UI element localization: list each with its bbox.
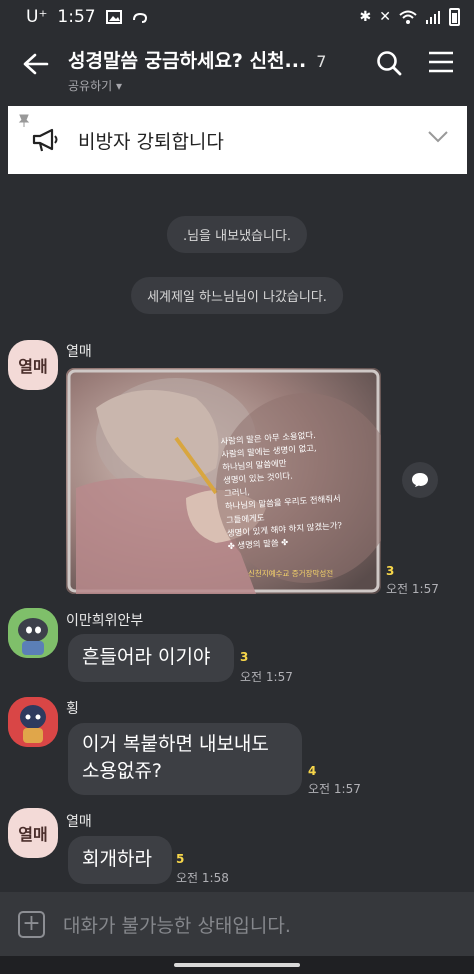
notice-banner[interactable]: 비방자 강퇴합니다 [8, 106, 467, 174]
sender-name: 이만희위안부 [66, 613, 144, 629]
input-disabled-text: 대화가 불가능한 상태입니다. [63, 914, 291, 937]
link-icon [132, 12, 147, 23]
home-handle[interactable] [174, 963, 300, 967]
wifi-icon [399, 10, 417, 24]
unread-count: 3 [386, 564, 395, 578]
megaphone-icon [32, 128, 58, 152]
message-time: 오전 1:57 [308, 782, 361, 796]
avatar[interactable] [8, 608, 58, 658]
system-nav-bar [0, 956, 474, 974]
unread-count: 5 [176, 852, 185, 866]
avatar[interactable]: 열매 [8, 808, 58, 858]
character-avatar-icon [8, 608, 58, 658]
battery-icon [449, 8, 460, 26]
bluetooth-icon: ✱ [359, 9, 372, 25]
signal-icon [426, 11, 440, 24]
member-count: 7 [316, 52, 327, 71]
back-button[interactable] [10, 34, 62, 94]
unread-count: 4 [308, 764, 317, 778]
image-message[interactable]: 사람의 말은 아무 소용없다. 사람의 말에는 생명이 없고, 하나님의 말씀에… [66, 368, 381, 594]
message-time: 오전 1:57 [240, 670, 293, 684]
plus-icon[interactable]: + [18, 910, 45, 938]
carrier-label: U⁺ [26, 7, 48, 27]
message-text-line: 이거 복붙하면 내보내도 [82, 733, 269, 755]
message-bubble[interactable]: 회개하라 [68, 836, 172, 884]
chat-title[interactable]: 성경말씀 궁금하세요? 신천... [68, 46, 306, 73]
input-bar: + 대화가 불가능한 상태입니다. [0, 892, 474, 956]
back-arrow-icon [23, 53, 49, 75]
unread-count: 3 [240, 650, 249, 664]
search-icon[interactable] [376, 50, 402, 76]
share-menu[interactable]: 공유하기 ▾ [68, 77, 328, 94]
menu-icon[interactable] [428, 50, 454, 74]
message-bubble[interactable]: 이거 복붙하면 내보내도 소용없쥬? [68, 723, 302, 795]
message-time: 오전 1:57 [386, 582, 439, 596]
status-time: 1:57 [57, 7, 96, 27]
gallery-icon [105, 10, 122, 24]
sender-name: 열매 [66, 344, 92, 360]
chat-header: 성경말씀 궁금하세요? 신천... 7 공유하기 ▾ [0, 34, 474, 106]
mute-icon: ✕ [379, 9, 391, 25]
avatar[interactable] [8, 697, 58, 747]
share-button[interactable] [402, 462, 438, 498]
notice-text: 비방자 강퇴합니다 [78, 130, 224, 153]
system-message: .님을 내보냈습니다. [166, 216, 308, 253]
status-bar: U⁺ 1:57 ✱ ✕ [0, 0, 474, 34]
pin-icon [18, 114, 30, 127]
image-signature: 신천지예수교 증거장막성전 [248, 569, 334, 578]
sender-name: 열매 [66, 814, 92, 830]
chevron-down-icon[interactable] [427, 130, 449, 144]
system-message: 세계제일 하느님님이 나갔습니다. [131, 277, 343, 314]
message-time: 오전 1:58 [176, 871, 229, 885]
character-avatar-icon [8, 697, 58, 747]
share-icon [412, 473, 428, 487]
message-bubble[interactable]: 흔들어라 이기야 [68, 634, 234, 682]
message-text-line: 소용없쥬? [82, 759, 163, 782]
sender-name: 횡 [66, 701, 79, 717]
avatar[interactable]: 열매 [8, 340, 58, 390]
